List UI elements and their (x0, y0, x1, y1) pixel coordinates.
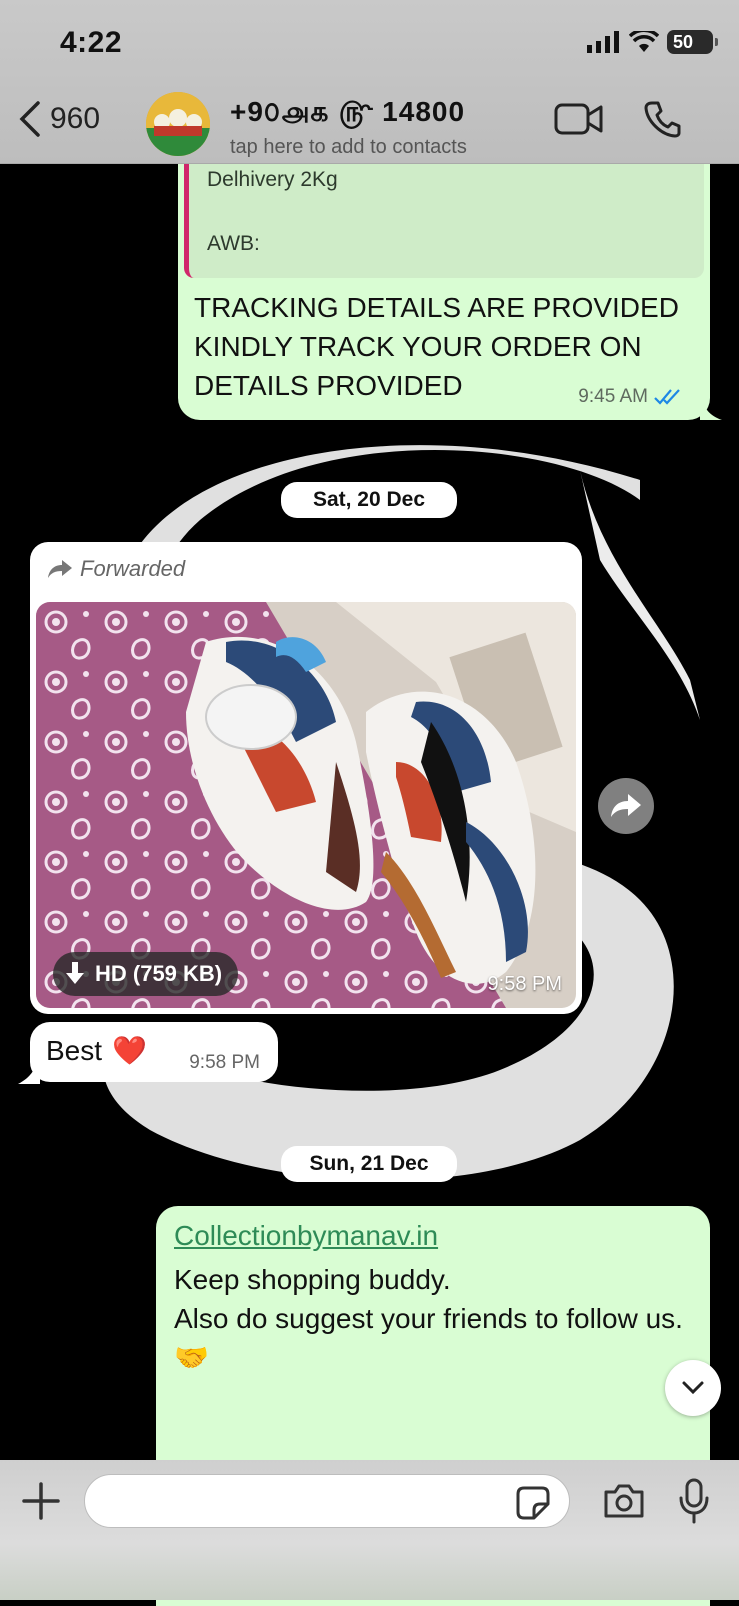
voice-call-button[interactable] (644, 100, 682, 143)
incoming-image-message[interactable]: Forwarded HD (759 KB) 9:58 PM (30, 542, 582, 1014)
quoted-line: Delhivery 2Kg (207, 168, 338, 191)
bubble-tail (700, 390, 722, 420)
date-separator: Sat, 20 Dec (281, 482, 457, 518)
battery-indicator: 50 (667, 30, 718, 54)
outgoing-message-bubble[interactable]: Delhivery 2Kg AWB: TRACKING DETAILS ARE … (178, 130, 710, 420)
message-time: 9:58 PM (487, 973, 562, 995)
chevron-down-icon (682, 1381, 704, 1395)
heart-emoji: ❤️ (112, 1035, 147, 1066)
message-text: Keep shopping buddy. Also do suggest you… (174, 1264, 683, 1373)
plus-icon (22, 1482, 60, 1520)
date-separator: Sun, 21 Dec (281, 1146, 457, 1182)
sticker-icon (516, 1486, 550, 1520)
forwarded-text: Forwarded (80, 556, 186, 581)
message-time: 9:58 PM (189, 1052, 260, 1073)
message-composer (0, 1460, 739, 1600)
quoted-line: AWB: (207, 232, 260, 255)
back-button[interactable]: 960 (18, 100, 100, 138)
video-call-button[interactable] (554, 102, 604, 141)
message-body: Best (46, 1034, 103, 1066)
video-call-icon (554, 103, 603, 135)
sticker-button[interactable] (516, 1486, 550, 1525)
website-link[interactable]: Collectionbymanav.in (174, 1220, 438, 1252)
forwarded-label: Forwarded (48, 556, 185, 582)
wifi-icon (629, 31, 659, 52)
forward-arrow-icon (48, 560, 72, 578)
download-icon (66, 962, 84, 984)
unread-count: 960 (50, 102, 101, 135)
contact-subtitle: tap here to add to contacts (230, 136, 467, 158)
double-check-icon (654, 389, 680, 405)
battery-level: 50 (673, 31, 694, 52)
message-input[interactable] (84, 1474, 570, 1528)
camera-icon (604, 1484, 644, 1518)
avatar-image (146, 92, 210, 156)
hd-download-button[interactable]: HD (759 KB) (53, 952, 239, 996)
contact-info[interactable]: +9௦௮௧ ௹ 14800 tap here to add to contact… (230, 96, 467, 159)
attach-button[interactable] (22, 1482, 60, 1525)
scroll-to-bottom-button[interactable] (665, 1360, 721, 1416)
share-button[interactable] (598, 778, 654, 834)
microphone-button[interactable] (678, 1478, 710, 1529)
chevron-left-icon (19, 101, 40, 137)
shoe-photo[interactable]: HD (759 KB) 9:58 PM (36, 602, 576, 1008)
contact-name: +9௦௮௧ ௹ 14800 (230, 96, 466, 127)
message-time: 9:45 AM (578, 386, 648, 407)
chat-header: 4:22 50 960 +9௦௮௧ ௹ 14800 tap here to ad… (0, 0, 739, 164)
hd-size-label: HD (759 KB) (95, 961, 223, 986)
camera-button[interactable] (602, 1482, 646, 1525)
incoming-message-bubble[interactable]: Best ❤️ 9:58 PM (30, 1022, 278, 1082)
signal-icon (587, 31, 619, 53)
microphone-icon (679, 1478, 709, 1524)
phone-icon (644, 101, 681, 138)
share-icon (611, 794, 641, 817)
avatar[interactable] (146, 92, 210, 156)
status-time: 4:22 (60, 26, 123, 59)
photo-image (36, 602, 576, 1008)
message-text: Best ❤️ (46, 1034, 147, 1067)
system-status-icons: 50 (587, 30, 718, 54)
message-meta: 9:45 AM (578, 386, 682, 408)
